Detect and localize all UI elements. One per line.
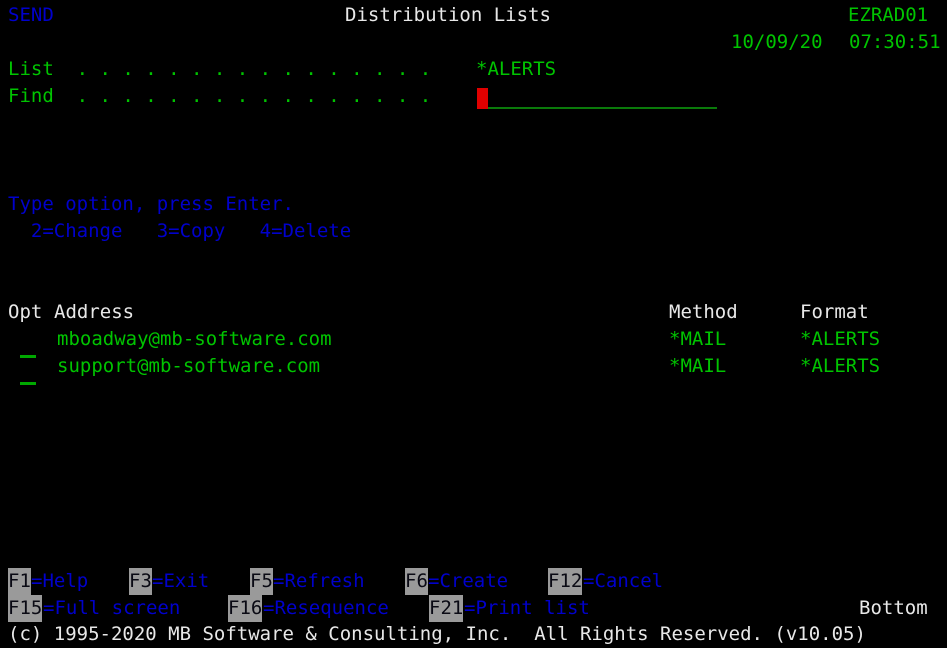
column-header-method: Method	[669, 301, 738, 323]
function-key-f12[interactable]: F12	[548, 568, 583, 595]
system-time: 07:30:51	[849, 31, 941, 53]
find-field-label: Find . . . . . . . . . . . . . . . .	[8, 85, 432, 107]
find-input-underline[interactable]	[488, 107, 717, 109]
screen-id: EZRAD01	[848, 4, 929, 26]
table-row-format: *ALERTS	[800, 355, 881, 377]
copyright-notice: (c) 1995-2020 MB Software & Consulting, …	[8, 623, 866, 645]
function-key-f5[interactable]: F5	[250, 568, 273, 595]
function-key-f15[interactable]: F15	[8, 595, 43, 622]
scroll-position-indicator: Bottom	[859, 597, 928, 619]
table-row-method: *MAIL	[669, 328, 727, 350]
page-title: Distribution Lists	[345, 4, 551, 26]
function-key-f1-label[interactable]: =Help	[31, 568, 88, 595]
function-key-f6[interactable]: F6	[405, 568, 428, 595]
opt-input-row-2[interactable]	[20, 382, 36, 385]
function-key-f16[interactable]: F16	[228, 595, 263, 622]
opt-input-row-1[interactable]	[20, 355, 36, 358]
terminal-screen: SEND Distribution Lists EZRAD01 10/09/20…	[0, 0, 947, 647]
function-key-f12-label[interactable]: =Cancel	[583, 568, 663, 595]
column-header-opt: Opt	[8, 301, 43, 323]
function-key-f1[interactable]: F1	[8, 568, 31, 595]
function-key-f6-label[interactable]: =Create	[428, 568, 508, 595]
function-key-f3-label[interactable]: =Exit	[152, 568, 209, 595]
list-field-label: List . . . . . . . . . . . . . . . .	[8, 58, 432, 80]
function-key-f3[interactable]: F3	[129, 568, 152, 595]
table-row-address: support@mb-software.com	[57, 355, 321, 377]
table-row-format: *ALERTS	[800, 328, 881, 350]
column-header-format: Format	[800, 301, 869, 323]
list-field-value: *ALERTS	[476, 58, 557, 80]
column-header-address: Address	[54, 301, 135, 323]
system-date: 10/09/20	[731, 31, 823, 53]
function-key-f21-label[interactable]: =Print list	[464, 595, 590, 622]
function-key-f15-label[interactable]: =Full screen	[43, 595, 180, 622]
function-key-f21[interactable]: F21	[429, 595, 464, 622]
instruction-options: 2=Change 3=Copy 4=Delete	[8, 220, 352, 242]
table-row-address: mboadway@mb-software.com	[57, 328, 332, 350]
table-row-method: *MAIL	[669, 355, 727, 377]
text-cursor	[477, 88, 488, 109]
program-id: SEND	[8, 4, 54, 26]
function-key-f16-label[interactable]: =Resequence	[263, 595, 389, 622]
function-key-f5-label[interactable]: =Refresh	[273, 568, 365, 595]
instruction-prompt: Type option, press Enter.	[8, 193, 294, 215]
